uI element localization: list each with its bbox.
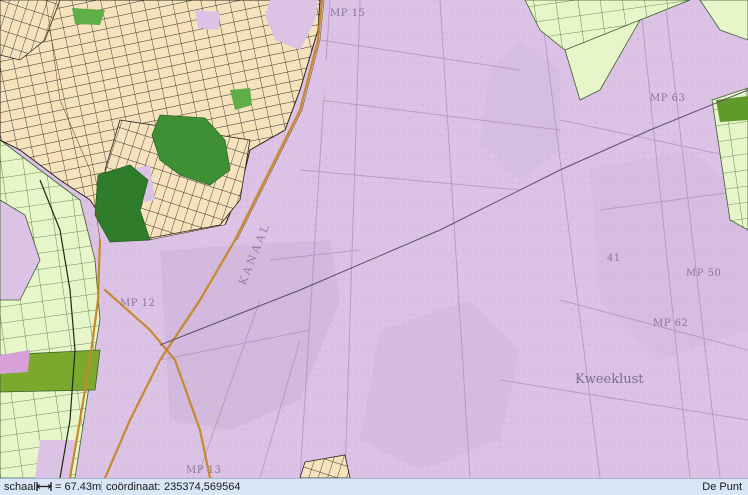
location-name: De Punt [702,481,742,493]
land-patch [35,440,75,478]
map-label-place: Kweeklust [575,372,644,387]
map-label-mp62: MP 62 [653,318,689,329]
status-divider [101,481,102,493]
map-label-mp13: MP 13 [186,465,222,476]
map-canvas[interactable] [0,0,748,478]
scale-label: schaal: [4,481,39,493]
agri-field-dark [716,96,748,122]
map-label-mp63: MP 63 [650,93,686,104]
map-viewport[interactable]: MP 15 MP 63 MP 50 MP 62 MP 12 MP 13 41 K… [0,0,748,478]
status-bar: schaal: = 67.43m coördinaat: 235374,5695… [0,478,748,495]
forest-area [72,8,105,25]
scale-value: = 67.43m [55,481,102,493]
map-label-mp50: MP 50 [686,268,722,279]
forest-area [94,164,151,243]
map-label-mp12: MP 12 [120,298,156,309]
coordinate-label: coördinaat: [106,481,161,493]
map-label-mp15: MP 15 [330,8,366,19]
coordinate-value: 235374,569564 [164,481,241,493]
land-patch [195,10,220,30]
scale-bar-icon [36,482,52,491]
map-label-number: 41 [607,253,621,264]
